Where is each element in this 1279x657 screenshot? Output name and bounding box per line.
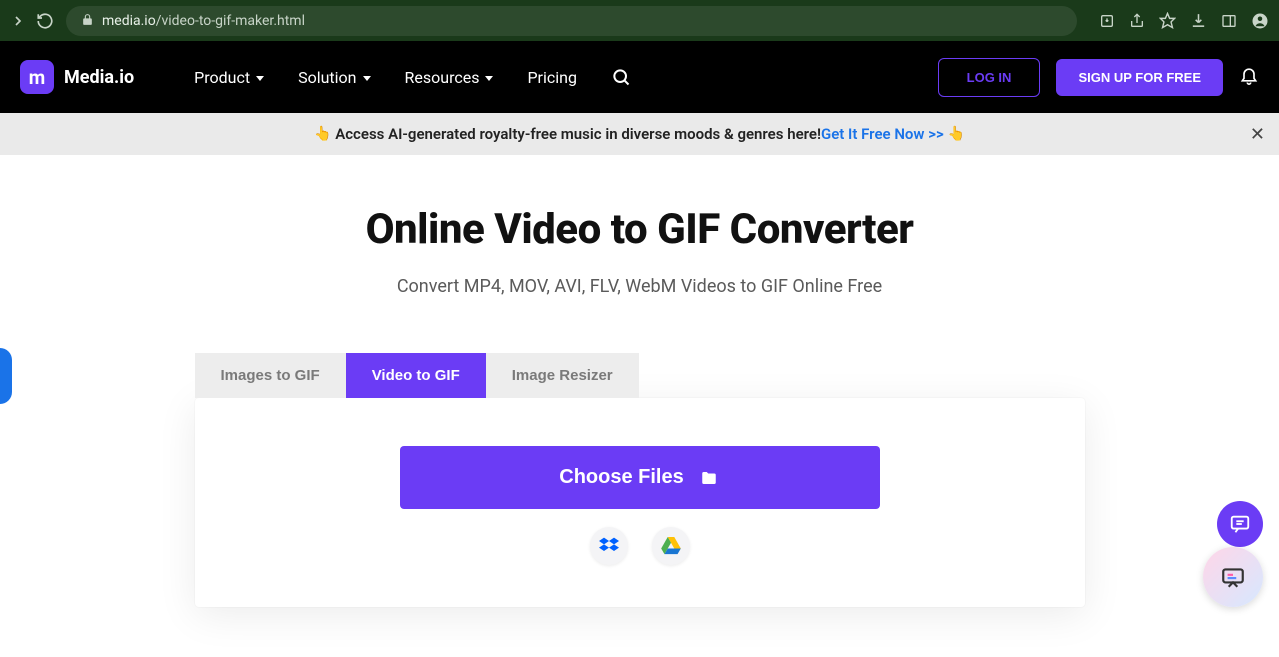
choose-files-label: Choose Files: [559, 466, 683, 489]
pointer-icon: 👆: [314, 126, 331, 142]
share-icon[interactable]: [1129, 13, 1145, 29]
google-drive-icon: [661, 537, 681, 555]
chat-button[interactable]: [1217, 501, 1263, 547]
site-header: m Media.io Product Solution Resources Pr…: [0, 41, 1279, 113]
signup-button[interactable]: SIGN UP FOR FREE: [1056, 59, 1223, 96]
install-icon[interactable]: [1099, 13, 1115, 29]
search-icon[interactable]: [611, 67, 631, 87]
page-title: Online Video to GIF Converter: [0, 205, 1279, 254]
promo-link[interactable]: Get It Free Now >>: [821, 125, 944, 143]
dropbox-button[interactable]: [590, 527, 628, 565]
choose-files-button[interactable]: Choose Files: [400, 446, 880, 509]
close-icon[interactable]: ✕: [1250, 124, 1265, 145]
assistant-button[interactable]: [1203, 547, 1263, 607]
brand-name: Media.io: [64, 67, 134, 88]
login-button[interactable]: LOG IN: [938, 58, 1041, 97]
folder-icon: [698, 469, 720, 487]
reload-icon[interactable]: [36, 12, 54, 30]
chat-icon: [1229, 513, 1251, 535]
chevron-down-icon: [363, 76, 371, 81]
profile-icon[interactable]: [1251, 12, 1269, 30]
tab-images-to-gif[interactable]: Images to GIF: [195, 353, 346, 398]
logo-icon: m: [20, 60, 54, 94]
tab-image-resizer[interactable]: Image Resizer: [486, 353, 639, 398]
main-nav: Product Solution Resources Pricing: [194, 67, 631, 87]
main-content: Online Video to GIF Converter Convert MP…: [0, 155, 1279, 607]
promo-banner: 👆 Access AI-generated royalty-free music…: [0, 113, 1279, 155]
url-text: media.io/video-to-gif-maker.html: [102, 13, 1062, 29]
page-subtitle: Convert MP4, MOV, AVI, FLV, WebM Videos …: [0, 276, 1279, 297]
nav-solution[interactable]: Solution: [298, 68, 370, 87]
nav-resources[interactable]: Resources: [405, 68, 494, 87]
assistant-icon: [1219, 564, 1247, 590]
dropbox-icon: [599, 537, 619, 555]
browser-toolbar: media.io/video-to-gif-maker.html: [0, 0, 1279, 41]
panel-icon[interactable]: [1221, 13, 1237, 29]
promo-text: Access AI-generated royalty-free music i…: [335, 125, 821, 143]
forward-icon[interactable]: [10, 13, 26, 29]
side-tab[interactable]: [0, 348, 12, 404]
tab-video-to-gif[interactable]: Video to GIF: [346, 353, 486, 398]
tool-tabs: Images to GIF Video to GIF Image Resizer: [195, 353, 1085, 398]
notifications-icon[interactable]: [1239, 65, 1259, 89]
star-icon[interactable]: [1159, 12, 1176, 29]
download-icon[interactable]: [1190, 12, 1207, 29]
chevron-down-icon: [485, 76, 493, 81]
nav-pricing[interactable]: Pricing: [527, 68, 577, 87]
pointer-icon: 👆: [948, 126, 965, 142]
google-drive-button[interactable]: [652, 527, 690, 565]
nav-product[interactable]: Product: [194, 68, 264, 87]
logo[interactable]: m Media.io: [20, 60, 134, 94]
address-bar[interactable]: media.io/video-to-gif-maker.html: [66, 6, 1077, 36]
upload-card: Choose Files: [195, 398, 1085, 607]
chevron-down-icon: [256, 76, 264, 81]
lock-icon: [81, 11, 94, 30]
